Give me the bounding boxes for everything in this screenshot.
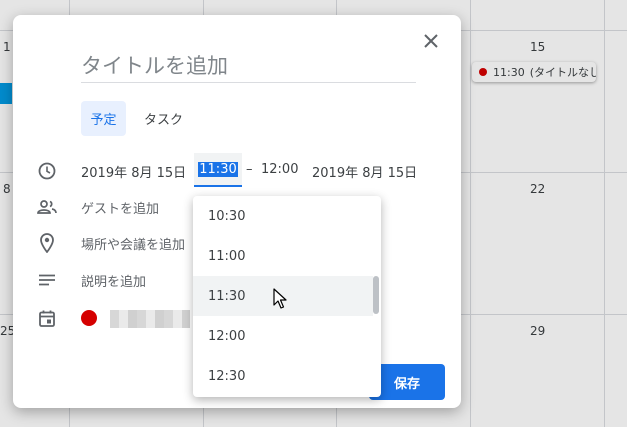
start-time-field[interactable]: 11:30: [194, 153, 242, 187]
end-time[interactable]: 12:00: [261, 162, 298, 177]
scrollbar-thumb[interactable]: [373, 276, 379, 314]
start-time-value: 11:30: [198, 161, 238, 177]
time-option[interactable]: 12:30: [193, 356, 373, 396]
start-date[interactable]: 2019年 8月 15日: [81, 162, 186, 181]
location-pin-icon: [37, 233, 57, 253]
clock-icon: [37, 161, 57, 181]
notes-icon: [37, 270, 57, 290]
close-button[interactable]: [419, 29, 443, 53]
title-input[interactable]: [81, 50, 416, 83]
people-icon: [37, 197, 57, 217]
time-dropdown: 10:30 11:00 11:30 12:00 12:30: [193, 196, 381, 397]
time-option[interactable]: 11:00: [193, 236, 373, 276]
mouse-cursor-icon: [273, 288, 287, 309]
time-separator: –: [246, 162, 253, 177]
guest-input[interactable]: ゲストを追加: [81, 198, 159, 217]
calendar-owner-redacted: [110, 310, 190, 328]
tab-event[interactable]: 予定: [81, 101, 126, 136]
time-option[interactable]: 12:00: [193, 316, 373, 356]
end-date[interactable]: 2019年 8月 15日: [312, 162, 417, 181]
description-input[interactable]: 説明を追加: [81, 271, 146, 290]
location-input[interactable]: 場所や会議を追加: [81, 234, 185, 253]
close-icon: [424, 34, 438, 48]
tab-task[interactable]: タスク: [136, 101, 191, 136]
time-option[interactable]: 10:30: [193, 196, 373, 236]
calendar-color-dot[interactable]: [81, 310, 97, 326]
calendar-icon: [37, 308, 57, 328]
